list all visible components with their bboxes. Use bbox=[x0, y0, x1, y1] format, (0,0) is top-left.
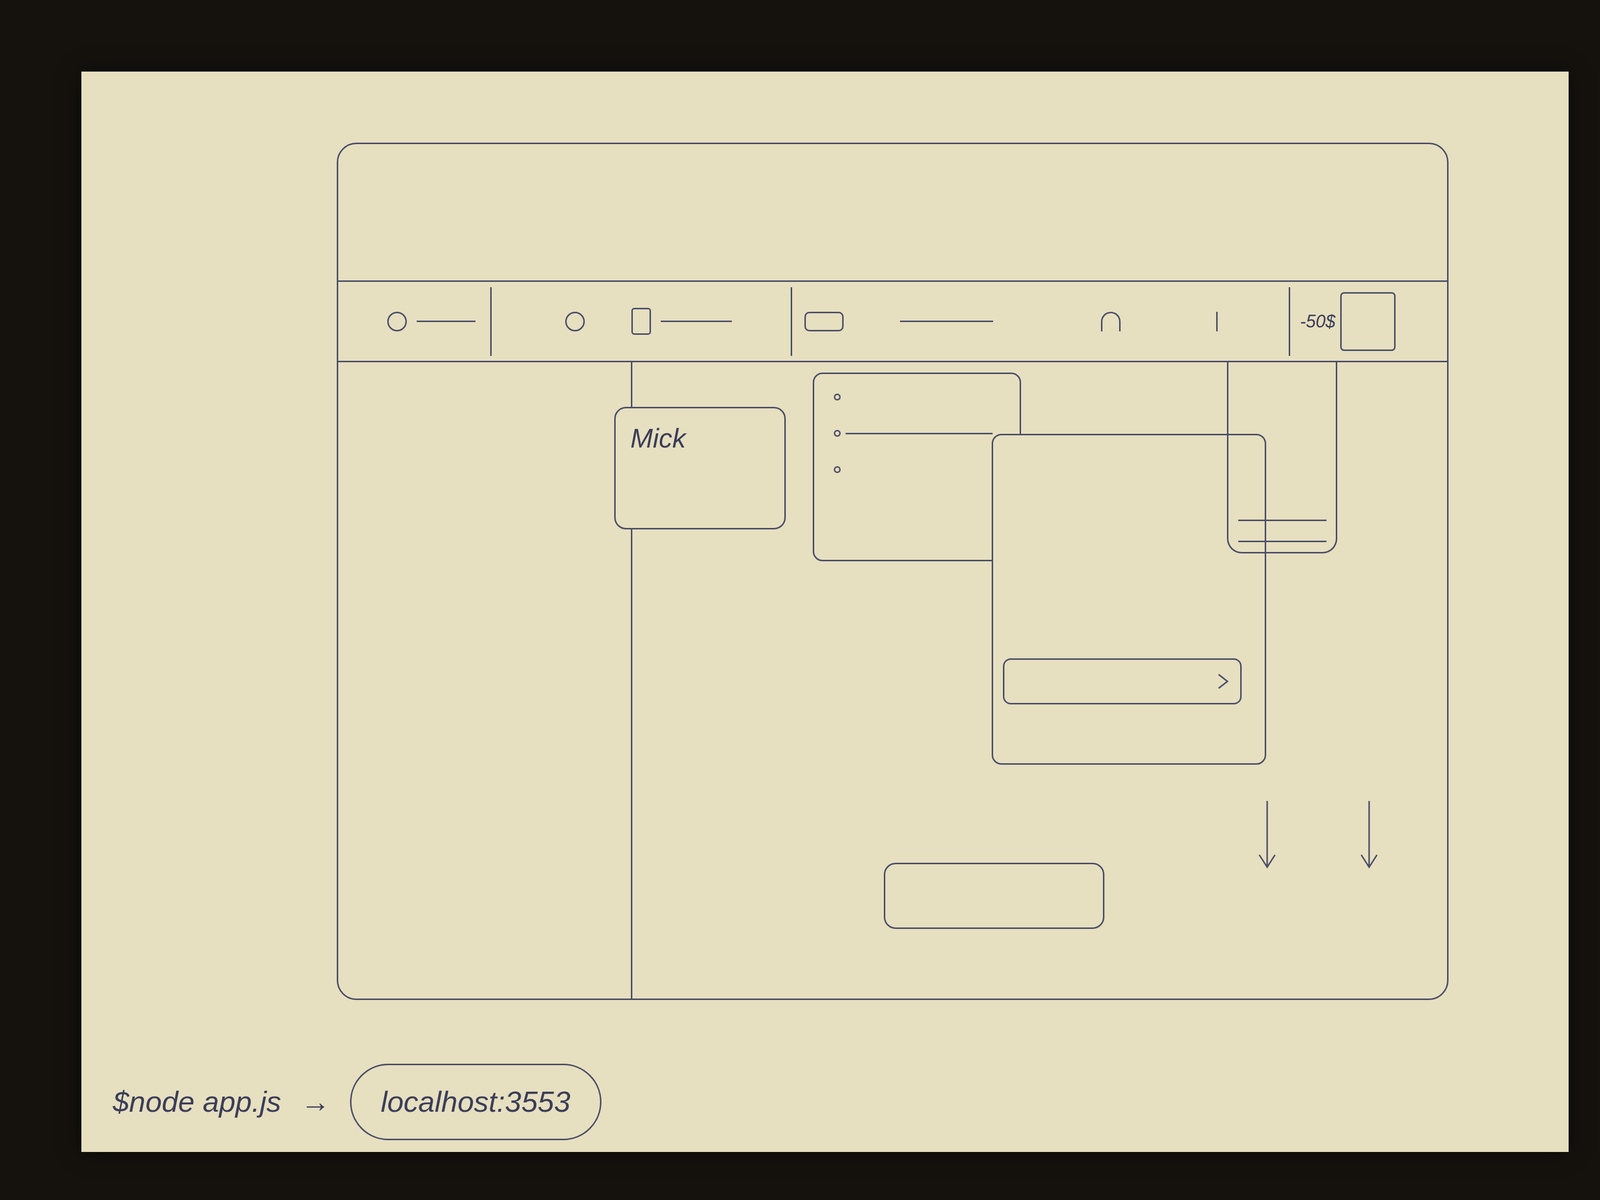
url-bubble: localhost:3553 bbox=[350, 1063, 602, 1141]
toolbar-divider bbox=[1288, 287, 1291, 356]
caption: $node app.js → localhost:3553 bbox=[112, 1063, 1569, 1141]
dropdown-row bbox=[833, 429, 1000, 437]
dropdown-row bbox=[833, 466, 1000, 474]
toolbar-divider bbox=[790, 287, 793, 356]
account-box[interactable] bbox=[1340, 292, 1396, 351]
down-arrow-icon bbox=[1257, 800, 1277, 870]
popover-card[interactable]: Mick bbox=[614, 406, 786, 530]
chevron-icon bbox=[1215, 671, 1231, 692]
dropdown-card[interactable] bbox=[812, 372, 1022, 562]
side-line bbox=[1238, 540, 1327, 543]
arch-icon[interactable] bbox=[1100, 311, 1121, 332]
down-arrow-icon bbox=[1359, 800, 1379, 870]
photo-background: -50$ Mick $node app.js → localhost:3553 bbox=[0, 0, 1600, 1200]
field-box[interactable] bbox=[631, 307, 651, 335]
logo-icon bbox=[387, 311, 407, 332]
tick-mark bbox=[1216, 311, 1218, 332]
side-line bbox=[1238, 519, 1327, 522]
form-panel bbox=[991, 433, 1267, 765]
balance-label: -50$ bbox=[1300, 308, 1336, 335]
title-line bbox=[416, 320, 476, 323]
body: Mick bbox=[338, 362, 1448, 999]
field-line bbox=[660, 320, 732, 323]
input-box[interactable] bbox=[1002, 658, 1242, 705]
drop-zone[interactable] bbox=[883, 862, 1105, 929]
sidebar bbox=[338, 362, 633, 999]
nav-line bbox=[900, 320, 994, 323]
search-icon bbox=[565, 311, 585, 332]
flag-icon[interactable] bbox=[804, 311, 844, 332]
paper-sheet: -50$ Mick $node app.js → localhost:3553 bbox=[81, 71, 1569, 1152]
title-area bbox=[338, 144, 1448, 281]
toolbar-divider bbox=[490, 287, 492, 356]
toolbar: -50$ bbox=[338, 280, 1448, 363]
dropdown-row bbox=[833, 393, 1000, 401]
side-card[interactable] bbox=[1226, 362, 1338, 554]
arrow-text: → bbox=[300, 1079, 331, 1125]
popover-label: Mick bbox=[630, 423, 686, 454]
browser-sketch: -50$ Mick bbox=[336, 142, 1449, 1000]
command-text: $node app.js bbox=[112, 1079, 282, 1125]
